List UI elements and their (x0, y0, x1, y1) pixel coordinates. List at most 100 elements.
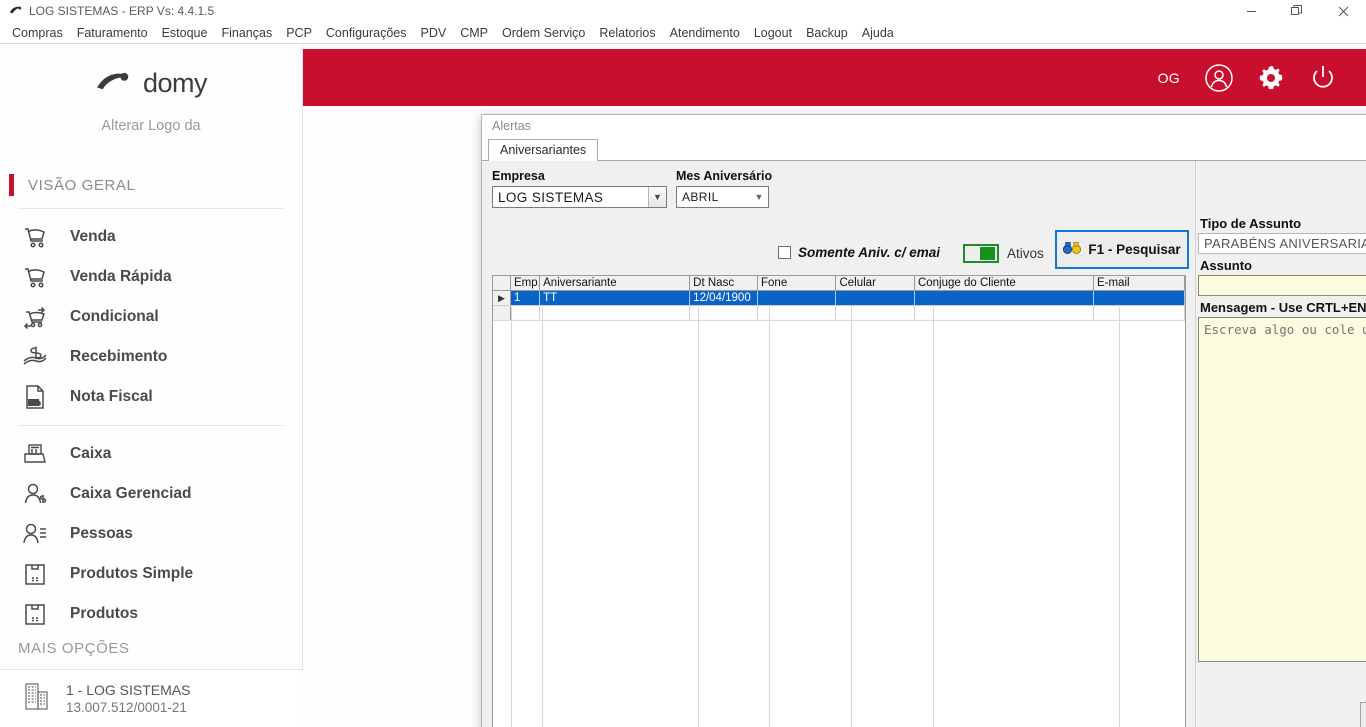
assunto-input[interactable] (1198, 275, 1366, 296)
cell-emp (511, 306, 541, 320)
binoculars-icon (1063, 241, 1082, 258)
menu-item-financas[interactable]: Finanças (214, 24, 279, 42)
menu-item-configuracoes[interactable]: Configurações (319, 24, 414, 42)
grid-column-aniversariante[interactable]: Aniversariante (540, 276, 691, 290)
cell-dt-nasc: 12/04/1900 (690, 291, 758, 305)
minimize-button[interactable] (1228, 0, 1274, 22)
menu-item-pcp[interactable]: PCP (279, 24, 319, 42)
mensagem-label: Mensagem - Use CRTL+ENTER mudar linha (1200, 300, 1366, 315)
sidebar-divider-2 (18, 425, 284, 426)
menu-item-pdv[interactable]: PDV (414, 24, 454, 42)
sidebar-item-label: Recebimento (70, 348, 168, 365)
tipo-assunto-select[interactable]: PARABÉNS ANIVERSARIANTE ▼ (1198, 233, 1366, 254)
sidebar-item-recebimento[interactable]: Recebimento (0, 337, 302, 377)
sidebar-item-nota-fiscal[interactable]: NFe Nota Fiscal (0, 377, 302, 417)
cart-arrow-icon (20, 302, 50, 332)
menu-item-cmp[interactable]: CMP (453, 24, 495, 42)
menu-item-backup[interactable]: Backup (799, 24, 855, 42)
sidebar-item-pessoas[interactable]: Pessoas (0, 514, 302, 554)
toggle-track[interactable] (963, 244, 999, 263)
app-logo-icon (6, 2, 24, 20)
chevron-down-icon[interactable]: ▼ (750, 187, 768, 207)
table-row[interactable]: ▶ 1 TT 12/04/1900 (493, 291, 1185, 306)
mes-aniversario-select[interactable]: ABRIL ▼ (676, 186, 769, 208)
sidebar-item-label: Nota Fiscal (70, 388, 153, 405)
mes-aniversario-label: Mes Aniversário (676, 169, 773, 183)
grid-column-emp[interactable]: Emp. (511, 276, 541, 290)
menu-item-relatorios[interactable]: Relatorios (592, 24, 662, 42)
somente-aniv-email-checkbox[interactable]: Somente Aniv. c/ emai (778, 245, 946, 260)
esc-fechar-button[interactable]: ✕ ESC - Fechar (1360, 702, 1366, 727)
dialog-tabstrip: Aniversariantes (482, 139, 1366, 161)
close-button[interactable] (1320, 0, 1366, 22)
grid-column-email[interactable]: E-mail (1094, 276, 1185, 290)
table-row-empty[interactable] (493, 306, 1185, 321)
sidebar-item-caixa[interactable]: Caixa (0, 434, 302, 474)
grid-column-dt-nasc[interactable]: Dt Nasc (690, 276, 758, 290)
sidebar-section-label: VISÃO GERAL (28, 176, 136, 194)
user-label: OG (1157, 69, 1180, 86)
ativos-label: Ativos (1007, 246, 1044, 261)
pesquisar-button[interactable]: F1 - Pesquisar (1055, 230, 1189, 269)
gear-icon[interactable] (1250, 57, 1292, 99)
row-indicator-icon: ▶ (493, 291, 511, 305)
tab-aniversariantes[interactable]: Aniversariantes (488, 139, 599, 161)
mensagem-textarea[interactable] (1198, 317, 1366, 662)
sidebar: domy Alterar Logo da VISÃO GERAL Venda V… (0, 44, 303, 727)
cell-emp: 1 (511, 291, 541, 305)
sidebar-item-produtos[interactable]: Produtos (0, 594, 302, 634)
cell-conjuge (915, 291, 1094, 305)
sidebar-section-visao-geral: VISÃO GERAL (0, 170, 302, 200)
brand-name: domy (142, 67, 208, 98)
sidebar-logo-area: domy Alterar Logo da (0, 44, 302, 152)
aniversariantes-grid[interactable]: Emp. Aniversariante Dt Nasc Fone Celular… (492, 275, 1186, 727)
sidebar-item-label: Caixa Gerenciad (70, 485, 192, 502)
user-list-icon (20, 519, 50, 549)
grid-column-conjuge[interactable]: Conjuge do Cliente (915, 276, 1094, 290)
sidebar-item-venda-rapida[interactable]: Venda Rápida (0, 257, 302, 297)
power-icon[interactable] (1302, 57, 1344, 99)
menu-item-compras[interactable]: Compras (5, 24, 70, 42)
message-panel: Tipo de Assunto PARABÉNS ANIVERSARIANTE … (1195, 161, 1366, 727)
cell-dt-nasc (690, 306, 758, 320)
grid-column-fone[interactable]: Fone (758, 276, 837, 290)
empresa-field: Empresa LOG SISTEMAS ▼ (492, 169, 667, 208)
menu-item-ordem-servico[interactable]: Ordem Serviço (495, 24, 592, 42)
building-icon (24, 681, 50, 716)
ativos-toggle[interactable]: Ativos (963, 244, 1044, 263)
empresa-select[interactable]: LOG SISTEMAS ▼ (492, 186, 667, 208)
window-titlebar: LOG SISTEMAS - ERP Vs: 4.4.1.5 (0, 0, 1366, 22)
menu-item-faturamento[interactable]: Faturamento (70, 24, 155, 42)
svg-text:NFe: NFe (29, 400, 41, 407)
sidebar-item-caixa-gerenciado[interactable]: Caixa Gerenciad (0, 474, 302, 514)
cell-aniversariante: TT (540, 291, 691, 305)
company-name: 1 - LOG SISTEMAS (66, 681, 191, 698)
user-circle-icon[interactable] (1198, 57, 1240, 99)
sidebar-item-label: Pessoas (70, 525, 133, 542)
grid-column-celular[interactable]: Celular (836, 276, 915, 290)
application-window: LOG SISTEMAS - ERP Vs: 4.4.1.5 Compras F… (0, 0, 1366, 727)
menu-item-ajuda[interactable]: Ajuda (855, 24, 901, 42)
sidebar-company-footer[interactable]: 1 - LOG SISTEMAS 13.007.512/0001-21 (0, 669, 303, 727)
menu-item-estoque[interactable]: Estoque (155, 24, 215, 42)
cell-celular (836, 306, 915, 320)
sidebar-item-condicional[interactable]: Condicional (0, 297, 302, 337)
chevron-down-icon[interactable]: ▼ (648, 187, 666, 207)
cell-conjuge (915, 306, 1094, 320)
sidebar-item-label: Produtos Simple (70, 565, 194, 582)
toggle-knob (980, 247, 995, 260)
sidebar-item-venda[interactable]: Venda (0, 217, 302, 257)
sidebar-item-produtos-simples[interactable]: Produtos Simple (0, 554, 302, 594)
checkbox-box[interactable] (778, 246, 791, 259)
mes-aniversario-value: ABRIL (682, 190, 719, 204)
maximize-restore-button[interactable] (1274, 0, 1320, 22)
menu-item-logout[interactable]: Logout (747, 24, 799, 42)
mes-aniversario-field: Mes Aniversário ABRIL ▼ (676, 169, 773, 208)
cart-fast-icon (20, 262, 50, 292)
tabstrip-filler (592, 143, 1366, 159)
window-title: LOG SISTEMAS - ERP Vs: 4.4.1.5 (29, 3, 215, 18)
sidebar-item-label: Venda Rápida (70, 268, 172, 285)
menu-item-atendimento[interactable]: Atendimento (663, 24, 747, 42)
section-accent-bar (9, 174, 14, 196)
assunto-label: Assunto (1200, 258, 1252, 273)
